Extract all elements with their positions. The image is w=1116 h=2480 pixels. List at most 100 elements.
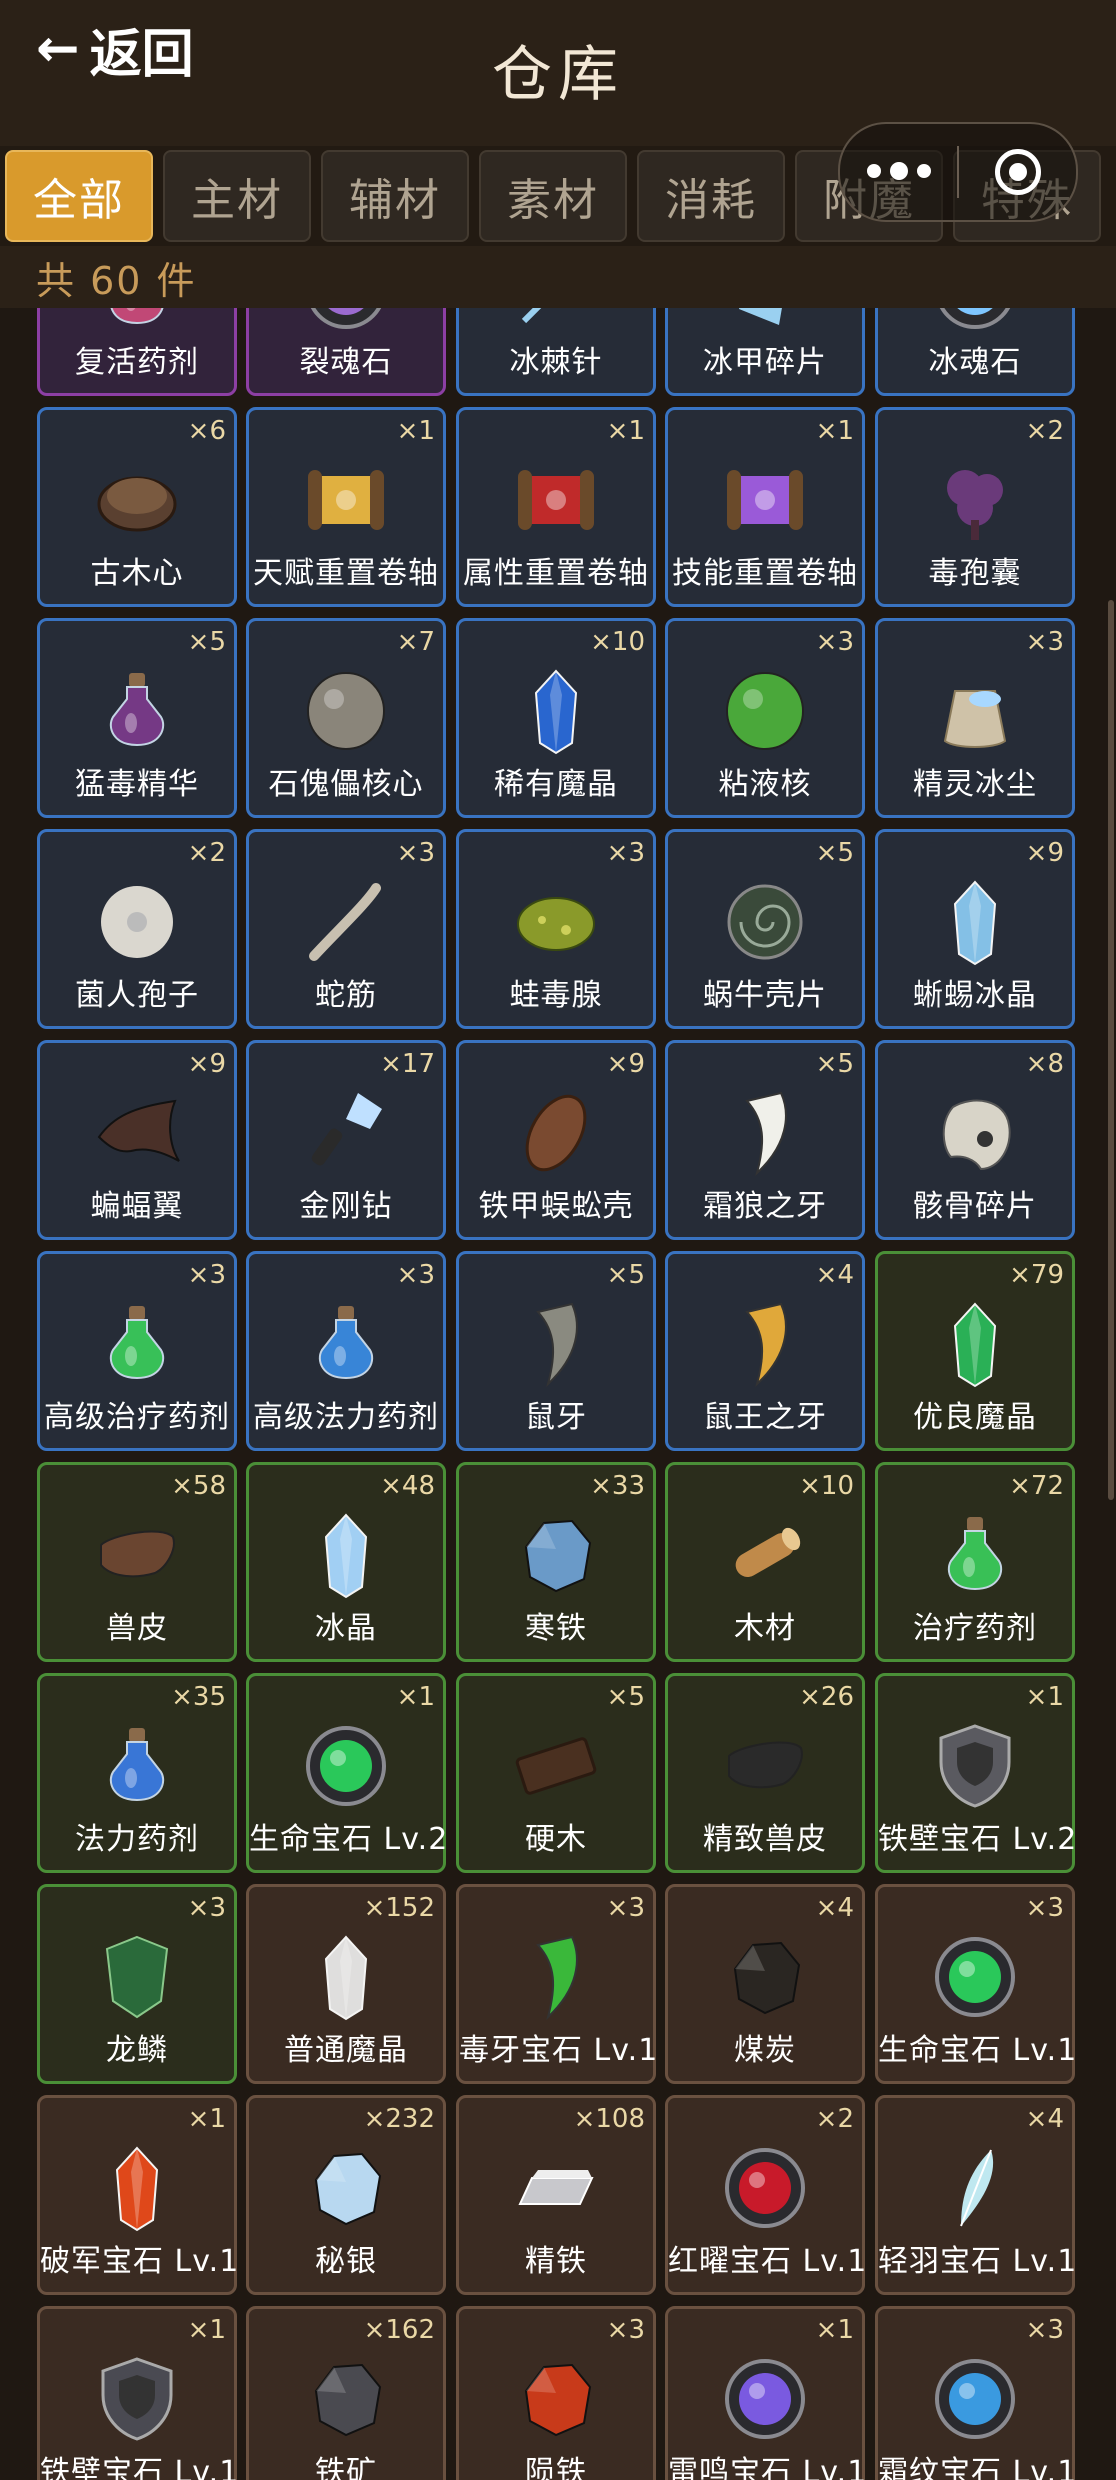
inventory-grid-viewport[interactable]: 复活药剂 裂魂石 冰棘针 冰甲碎片 冰魂石 ×6 古木心 ×1 天赋重置卷轴 ×1 属性重置卷轴 ×1… — [0, 308, 1116, 2480]
inventory-slot[interactable]: 冰棘针 — [456, 308, 656, 396]
item-quantity: ×8 — [1025, 1049, 1064, 1079]
tab-1[interactable]: 主材 — [163, 150, 311, 242]
item-name: 煤炭 — [734, 2033, 796, 2068]
item-quantity: ×2 — [815, 2104, 854, 2134]
potion-icon — [91, 1720, 183, 1812]
inventory-slot[interactable]: ×9 蝙蝠翼 — [37, 1040, 237, 1240]
inventory-slot[interactable]: ×152 普通魔晶 — [246, 1884, 446, 2084]
fang-icon — [719, 1087, 811, 1179]
item-name: 陨铁 — [525, 2455, 587, 2480]
inventory-slot[interactable]: 裂魂石 — [246, 308, 446, 396]
inventory-slot[interactable]: ×3 陨铁 — [456, 2306, 656, 2480]
ore-icon — [719, 1931, 811, 2023]
crystal-icon — [300, 1931, 392, 2023]
inventory-slot[interactable]: ×1 生命宝石 Lv.2 — [246, 1673, 447, 1873]
inventory-slot[interactable]: ×33 寒铁 — [456, 1462, 656, 1662]
item-name: 龙鳞 — [106, 2033, 168, 2068]
inventory-slot[interactable]: ×6 古木心 — [37, 407, 237, 607]
inventory-slot[interactable]: 冰甲碎片 — [665, 308, 865, 396]
inventory-slot[interactable]: ×1 铁壁宝石 Lv.1 — [37, 2306, 238, 2480]
inventory-slot[interactable]: ×108 精铁 — [456, 2095, 656, 2295]
inventory-slot[interactable]: ×5 蜗牛壳片 — [665, 829, 865, 1029]
inventory-slot[interactable]: ×3 精灵冰尘 — [875, 618, 1075, 818]
ore-icon — [300, 2142, 392, 2234]
tab-3[interactable]: 素材 — [479, 150, 627, 242]
inventory-slot[interactable]: ×9 铁甲蜈蚣壳 — [456, 1040, 656, 1240]
inventory-slot[interactable]: ×232 秘银 — [246, 2095, 446, 2295]
inventory-slot[interactable]: ×3 龙鳞 — [37, 1884, 237, 2084]
inventory-slot[interactable]: ×26 精致兽皮 — [665, 1673, 865, 1873]
item-name: 粘液核 — [718, 767, 812, 802]
inventory-slot[interactable]: ×72 治疗药剂 — [875, 1462, 1075, 1662]
inventory-slot[interactable]: ×2 红曜宝石 Lv.1 — [665, 2095, 866, 2295]
item-name: 猛毒精华 — [75, 767, 199, 802]
inventory-slot[interactable]: ×8 骸骨碎片 — [875, 1040, 1075, 1240]
inventory-slot[interactable]: ×10 木材 — [665, 1462, 865, 1662]
inventory-slot[interactable]: 复活药剂 — [37, 308, 237, 396]
tab-4[interactable]: 消耗 — [637, 150, 785, 242]
item-name: 毒孢囊 — [928, 556, 1022, 591]
inventory-slot[interactable]: ×35 法力药剂 — [37, 1673, 237, 1873]
fang-icon — [719, 1298, 811, 1390]
inventory-slot[interactable]: ×3 高级法力药剂 — [246, 1251, 446, 1451]
item-name: 蝙蝠翼 — [90, 1189, 184, 1224]
inventory-slot[interactable]: ×9 蜥蜴冰晶 — [875, 829, 1075, 1029]
item-quantity: ×3 — [396, 838, 435, 868]
inventory-slot[interactable]: ×1 属性重置卷轴 — [456, 407, 656, 607]
item-quantity: ×1 — [187, 2104, 226, 2134]
inventory-slot[interactable]: ×4 轻羽宝石 Lv.1 — [875, 2095, 1076, 2295]
inventory-slot[interactable]: ×5 猛毒精华 — [37, 618, 237, 818]
inventory-slot[interactable]: ×48 冰晶 — [246, 1462, 446, 1662]
inventory-slot[interactable]: ×1 雷鸣宝石 Lv.1 — [665, 2306, 866, 2480]
potion-icon — [91, 308, 183, 335]
inventory-slot[interactable]: ×10 稀有魔晶 — [456, 618, 656, 818]
item-quantity: ×33 — [590, 1471, 645, 1501]
gem-icon — [300, 1720, 392, 1812]
item-name: 石傀儡核心 — [268, 767, 424, 802]
item-quantity: ×1 — [815, 2315, 854, 2345]
inventory-slot[interactable]: ×3 蛙毒腺 — [456, 829, 656, 1029]
inventory-slot[interactable]: ×3 粘液核 — [665, 618, 865, 818]
inventory-slot[interactable]: ×1 铁壁宝石 Lv.2 — [875, 1673, 1076, 1873]
inventory-slot[interactable]: ×5 霜狼之牙 — [665, 1040, 865, 1240]
item-quantity: ×5 — [187, 627, 226, 657]
scrollbar[interactable] — [1108, 600, 1114, 1500]
more-button[interactable] — [840, 124, 957, 220]
item-name: 稀有魔晶 — [494, 767, 618, 802]
inventory-slot[interactable]: ×3 高级治疗药剂 — [37, 1251, 237, 1451]
inventory-slot[interactable]: ×3 毒牙宝石 Lv.1 — [456, 1884, 657, 2084]
inventory-slot[interactable]: ×162 铁矿 — [246, 2306, 446, 2480]
inventory-slot[interactable]: ×17 金刚钻 — [246, 1040, 446, 1240]
item-name: 金刚钻 — [299, 1189, 393, 1224]
item-name: 木材 — [734, 1611, 796, 1646]
item-name: 蜥蜴冰晶 — [913, 978, 1037, 1013]
inventory-slot[interactable]: ×7 石傀儡核心 — [246, 618, 446, 818]
item-name: 破军宝石 Lv.1 — [40, 2244, 240, 2279]
inventory-slot[interactable]: ×3 蛇筋 — [246, 829, 446, 1029]
inventory-slot[interactable]: ×4 煤炭 — [665, 1884, 865, 2084]
inventory-slot[interactable]: ×58 兽皮 — [37, 1462, 237, 1662]
inventory-slot[interactable]: ×2 菌人孢子 — [37, 829, 237, 1029]
inventory-slot[interactable]: ×3 霜纹宝石 Lv.1 — [875, 2306, 1076, 2480]
inventory-slot[interactable]: ×1 技能重置卷轴 — [665, 407, 865, 607]
item-quantity: ×3 — [815, 627, 854, 657]
item-name: 秘银 — [315, 2244, 377, 2279]
shard-icon — [719, 308, 811, 335]
item-name: 鼠王之牙 — [703, 1400, 827, 1435]
inventory-slot[interactable]: ×1 天赋重置卷轴 — [246, 407, 446, 607]
inventory-slot[interactable]: ×5 鼠牙 — [456, 1251, 656, 1451]
inventory-slot[interactable]: 冰魂石 — [875, 308, 1075, 396]
tab-0[interactable]: 全部 — [5, 150, 153, 242]
item-name: 复活药剂 — [75, 345, 199, 380]
inventory-slot[interactable]: ×3 生命宝石 Lv.1 — [875, 1884, 1076, 2084]
orb-icon — [300, 665, 392, 757]
inventory-slot[interactable]: ×79 优良魔晶 — [875, 1251, 1075, 1451]
inventory-slot[interactable]: ×4 鼠王之牙 — [665, 1251, 865, 1451]
inventory-slot[interactable]: ×1 破军宝石 Lv.1 — [37, 2095, 240, 2295]
tab-2[interactable]: 辅材 — [321, 150, 469, 242]
potion-icon — [91, 1298, 183, 1390]
close-miniprogram-button[interactable] — [959, 124, 1076, 220]
inventory-slot[interactable]: ×2 毒孢囊 — [875, 407, 1075, 607]
gem-icon — [929, 1931, 1021, 2023]
inventory-slot[interactable]: ×5 硬木 — [456, 1673, 656, 1873]
